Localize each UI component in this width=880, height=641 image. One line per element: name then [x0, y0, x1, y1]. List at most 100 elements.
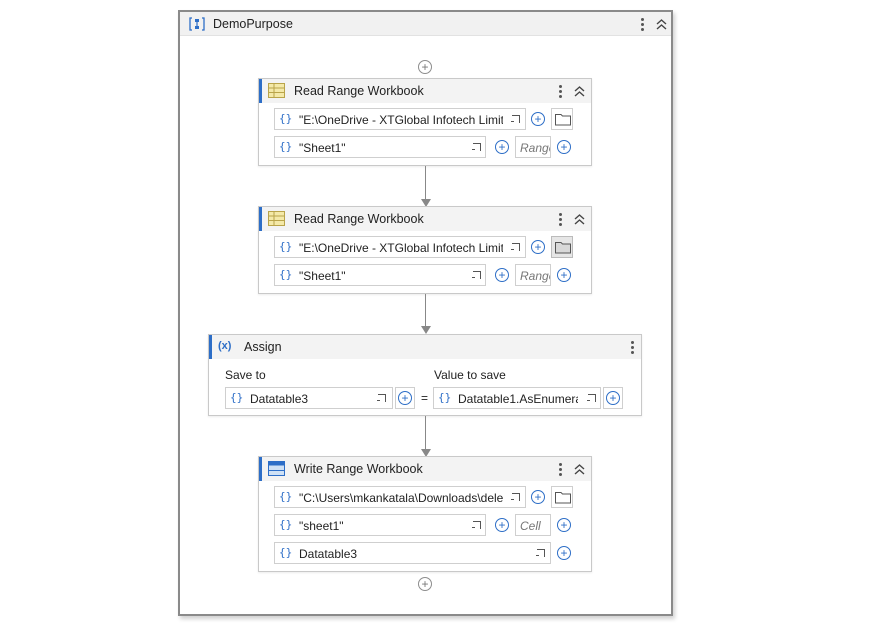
expression-brace-icon: {}: [279, 490, 293, 503]
sheet-name-field[interactable]: {} "Sheet1": [274, 264, 486, 286]
add-value-button[interactable]: +: [603, 387, 623, 409]
browse-folder-button[interactable]: [551, 486, 573, 508]
sequence-menu-icon[interactable]: [638, 16, 646, 32]
browse-folder-button[interactable]: [551, 108, 573, 130]
activity-title: Read Range Workbook: [294, 212, 424, 226]
activity-header[interactable]: Read Range Workbook: [259, 79, 591, 103]
write-range-workbook[interactable]: Write Range Workbook {} "C:\Users\mkanka…: [258, 456, 592, 572]
excel-sheet-icon: [268, 83, 285, 98]
expand-editor-icon[interactable]: [377, 394, 386, 402]
activity-header[interactable]: Read Range Workbook: [259, 207, 591, 231]
sheet-name-field[interactable]: {} "sheet1": [274, 514, 486, 536]
read-range-workbook-1[interactable]: Read Range Workbook {} "E:\OneDrive - XT…: [258, 78, 592, 166]
flow-arrow-icon: [421, 326, 431, 334]
expression-brace-icon: {}: [279, 112, 293, 125]
add-sheet-name-icon[interactable]: +: [495, 268, 509, 282]
add-datatable-icon[interactable]: +: [557, 546, 571, 560]
folder-icon: [555, 492, 571, 504]
sequence-container[interactable]: DemoPurpose + Read Range Workbook {} "E:…: [178, 10, 673, 616]
add-activity-top-icon[interactable]: +: [418, 60, 432, 74]
equals-sign: =: [421, 391, 429, 405]
sequence-collapse-icon[interactable]: [656, 18, 667, 30]
expression-brace-icon: {}: [279, 240, 293, 253]
sequence-header[interactable]: DemoPurpose: [180, 12, 671, 36]
range-placeholder: Range: [520, 141, 550, 155]
sheet-name-field[interactable]: {} "Sheet1": [274, 136, 486, 158]
assign-title: Assign: [244, 340, 282, 354]
sheet-name-value: "sheet1": [299, 519, 344, 533]
expression-brace-icon: {}: [438, 391, 452, 404]
add-range-icon[interactable]: +: [557, 268, 571, 282]
expression-brace-icon: {}: [279, 546, 293, 559]
save-to-field[interactable]: {} Datatable3: [225, 387, 393, 409]
workbook-path-field[interactable]: {} "E:\OneDrive - XTGlobal Infotech Limi…: [274, 236, 526, 258]
sheet-name-value: "Sheet1": [299, 141, 346, 155]
add-save-to-button[interactable]: +: [395, 387, 415, 409]
activity-collapse-icon[interactable]: [574, 213, 585, 225]
browse-folder-button[interactable]: [551, 236, 573, 258]
cell-field[interactable]: Cell: [515, 514, 551, 536]
value-to-save-label: Value to save: [434, 368, 506, 382]
expand-editor-icon[interactable]: [511, 243, 520, 251]
datatable-field[interactable]: {} Datatable3: [274, 542, 551, 564]
activity-title: Read Range Workbook: [294, 84, 424, 98]
workbook-path-field[interactable]: {} "E:\OneDrive - XTGlobal Infotech Limi…: [274, 108, 526, 130]
activity-header[interactable]: Write Range Workbook: [259, 457, 591, 481]
save-to-label: Save to: [225, 368, 266, 382]
value-to-save-value: Datatable1.AsEnumera: [458, 392, 578, 406]
expression-brace-icon: {}: [279, 518, 293, 531]
flow-connector: [425, 294, 426, 327]
expand-editor-icon[interactable]: [536, 549, 545, 557]
add-activity-bottom-icon[interactable]: +: [418, 577, 432, 591]
add-workbook-path-icon[interactable]: +: [531, 112, 545, 126]
range-field[interactable]: Range: [515, 136, 551, 158]
range-field[interactable]: Range: [515, 264, 551, 286]
workbook-path-value: "E:\OneDrive - XTGlobal Infotech Limit: [299, 113, 503, 127]
expand-editor-icon[interactable]: [472, 271, 481, 279]
sheet-name-value: "Sheet1": [299, 269, 346, 283]
add-cell-icon[interactable]: +: [557, 518, 571, 532]
activity-menu-icon[interactable]: [556, 461, 564, 477]
sequence-title: DemoPurpose: [213, 17, 293, 31]
expand-editor-icon[interactable]: [472, 521, 481, 529]
expand-editor-icon[interactable]: [472, 143, 481, 151]
read-range-workbook-2[interactable]: Read Range Workbook {} "E:\OneDrive - XT…: [258, 206, 592, 294]
variable-x-icon: (x): [218, 340, 232, 352]
range-placeholder: Range: [520, 269, 550, 283]
assign-header[interactable]: (x) Assign: [209, 335, 641, 359]
add-sheet-name-icon[interactable]: +: [495, 140, 509, 154]
workbook-path-value: "C:\Users\mkankatala\Downloads\dele: [299, 491, 503, 505]
add-workbook-path-icon[interactable]: +: [531, 490, 545, 504]
excel-sheet-icon: [268, 211, 285, 226]
activity-menu-icon[interactable]: [556, 83, 564, 99]
workbook-path-field[interactable]: {} "C:\Users\mkankatala\Downloads\dele: [274, 486, 526, 508]
assign-activity[interactable]: (x) Assign Save to Value to save {} Data…: [208, 334, 642, 416]
add-sheet-name-icon[interactable]: +: [495, 518, 509, 532]
activity-collapse-icon[interactable]: [574, 85, 585, 97]
folder-icon: [555, 114, 571, 126]
add-range-icon[interactable]: +: [557, 140, 571, 154]
activity-collapse-icon[interactable]: [574, 463, 585, 475]
expand-editor-icon[interactable]: [511, 115, 520, 123]
folder-icon: [555, 242, 571, 254]
activity-menu-icon[interactable]: [556, 211, 564, 227]
flow-connector: [425, 166, 426, 200]
flow-connector: [425, 416, 426, 450]
activity-title: Write Range Workbook: [294, 462, 423, 476]
expression-brace-icon: {}: [279, 268, 293, 281]
add-workbook-path-icon[interactable]: +: [531, 240, 545, 254]
expand-editor-icon[interactable]: [587, 394, 596, 402]
datatable-value: Datatable3: [299, 547, 358, 561]
save-to-value: Datatable3: [250, 392, 309, 406]
write-table-icon: [268, 461, 285, 476]
workbook-path-value: "E:\OneDrive - XTGlobal Infotech Limit: [299, 241, 503, 255]
add-value-icon[interactable]: +: [606, 391, 620, 405]
expression-brace-icon: {}: [279, 140, 293, 153]
expression-brace-icon: {}: [230, 391, 244, 404]
add-save-to-icon[interactable]: +: [398, 391, 412, 405]
expand-editor-icon[interactable]: [511, 493, 520, 501]
sequence-icon: [189, 17, 205, 31]
cell-placeholder: Cell: [520, 519, 541, 533]
value-to-save-field[interactable]: {} Datatable1.AsEnumera: [433, 387, 601, 409]
assign-menu-icon[interactable]: [628, 339, 636, 355]
